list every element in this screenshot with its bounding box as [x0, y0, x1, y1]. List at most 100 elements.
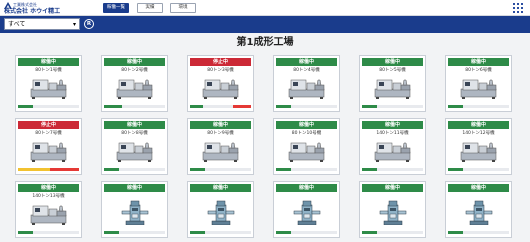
injection-molding-machine-image	[116, 142, 153, 162]
area-filter-value: すべて	[8, 21, 26, 28]
nav-results-button[interactable]: 実績	[137, 3, 163, 13]
machine-card[interactable]: 稼働中 140トン12号機	[445, 118, 512, 175]
company-logo[interactable]: 工業株式会社 株式会社 ホウイ精工	[4, 2, 70, 15]
progress-segment	[448, 105, 463, 108]
machine-name: 80トン4号機	[293, 68, 320, 73]
machine-status-badge: 稼働中	[362, 121, 423, 129]
injection-molding-machine-image	[202, 79, 239, 99]
progress-segment	[276, 231, 291, 234]
injection-molding-machine-image	[460, 79, 497, 99]
machine-name: 140トン12号機	[462, 131, 495, 136]
vertical-press-machine-image	[207, 200, 235, 225]
machine-status-badge: 稼働中	[276, 184, 337, 192]
progress-segment	[49, 168, 79, 171]
machine-status-badge: 稼働中	[104, 58, 165, 66]
operation-progress-bar	[190, 168, 251, 171]
machine-card[interactable]: 稼働中	[187, 181, 254, 238]
progress-segment	[190, 231, 205, 234]
machine-name: 80トン1号機	[35, 68, 62, 73]
machine-status-badge: 稼働中	[276, 58, 337, 66]
grid-menu-icon[interactable]	[513, 3, 523, 13]
machine-card[interactable]: 稼働中 80トン8号機	[101, 118, 168, 175]
machine-name: 80トン6号機	[465, 68, 492, 73]
filter-bar: すべて ▾ R	[0, 16, 530, 33]
operation-progress-bar	[362, 105, 423, 108]
machine-status-badge: 稼働中	[448, 121, 509, 129]
machine-status-badge: 停止中	[190, 58, 251, 66]
progress-segment	[362, 105, 377, 108]
machine-status-badge: 稼働中	[448, 184, 509, 192]
operation-progress-bar	[104, 105, 165, 108]
injection-molding-machine-image	[30, 79, 67, 99]
machine-card[interactable]: 稼働中 140トン13号機	[15, 181, 82, 238]
machine-status-badge: 稼働中	[190, 184, 251, 192]
machine-name: 80トン10号機	[291, 131, 322, 136]
app-header: 工業株式会社 株式会社 ホウイ精工 稼働一覧 実績 環境	[0, 0, 530, 16]
injection-molding-machine-image	[30, 142, 67, 162]
operation-progress-bar	[448, 168, 509, 171]
injection-molding-machine-image	[288, 142, 325, 162]
page-title: 第1成形工場	[236, 37, 294, 48]
machine-card[interactable]: 稼働中 80トン1号機	[15, 55, 82, 112]
machine-card[interactable]: 稼働中 80トン4号機	[273, 55, 340, 112]
reset-filter-button[interactable]: R	[84, 19, 94, 29]
machine-card[interactable]: 稼働中	[445, 181, 512, 238]
operation-progress-bar	[362, 168, 423, 171]
operation-progress-bar	[276, 105, 337, 108]
progress-segment	[276, 105, 291, 108]
injection-molding-machine-image	[288, 79, 325, 99]
machine-status-badge: 稼働中	[104, 184, 165, 192]
machine-card[interactable]: 稼働中 80トン9号機	[187, 118, 254, 175]
progress-segment	[190, 168, 205, 171]
machine-status-badge: 稼働中	[362, 184, 423, 192]
machine-card[interactable]: 稼働中 140トン11号機	[359, 118, 426, 175]
nav-operation-list-button[interactable]: 稼働一覧	[103, 3, 129, 13]
machine-status-badge: 稼働中	[18, 184, 79, 192]
operation-progress-bar	[18, 231, 79, 234]
machine-status-badge: 停止中	[18, 121, 79, 129]
machine-name: 140トン13号機	[32, 194, 65, 199]
machine-status-badge: 稼働中	[18, 58, 79, 66]
operation-progress-bar	[18, 168, 79, 171]
injection-molding-machine-image	[374, 79, 411, 99]
injection-molding-machine-image	[30, 205, 67, 225]
machine-card[interactable]: 稼働中 80トン6号機	[445, 55, 512, 112]
machine-card[interactable]: 稼働中	[101, 181, 168, 238]
machine-card[interactable]: 停止中 80トン7号機	[15, 118, 82, 175]
machine-card[interactable]: 稼働中	[273, 181, 340, 238]
machine-card[interactable]: 稼働中 80トン2号機	[101, 55, 168, 112]
injection-molding-machine-image	[202, 142, 239, 162]
machine-status-badge: 稼働中	[448, 58, 509, 66]
machine-card[interactable]: 稼働中 80トン5号機	[359, 55, 426, 112]
machine-name: 140トン11号機	[376, 131, 409, 136]
machine-name: 80トン2号機	[121, 68, 148, 73]
progress-segment	[104, 231, 119, 234]
vertical-press-machine-image	[121, 200, 149, 225]
injection-molding-machine-image	[460, 142, 497, 162]
operation-progress-bar	[18, 105, 79, 108]
operation-progress-bar	[362, 231, 423, 234]
progress-segment	[18, 231, 33, 234]
operation-progress-bar	[448, 105, 509, 108]
operation-progress-bar	[190, 105, 251, 108]
machine-card[interactable]: 稼働中 80トン10号機	[273, 118, 340, 175]
operation-progress-bar	[104, 168, 165, 171]
progress-segment	[448, 168, 463, 171]
machine-name: 80トン5号機	[379, 68, 406, 73]
vertical-press-machine-image	[293, 200, 321, 225]
vertical-press-machine-image	[379, 200, 407, 225]
nav-environment-button[interactable]: 環境	[170, 3, 196, 13]
machine-card[interactable]: 停止中 80トン3号機	[187, 55, 254, 112]
machine-name: 80トン7号機	[35, 131, 62, 136]
machine-status-badge: 稼働中	[190, 121, 251, 129]
vertical-press-machine-image	[465, 200, 493, 225]
machine-status-badge: 稼働中	[104, 121, 165, 129]
area-filter-select[interactable]: すべて ▾	[4, 18, 80, 30]
chevron-down-icon: ▾	[72, 21, 76, 28]
operation-progress-bar	[276, 231, 337, 234]
progress-segment	[104, 105, 123, 108]
machine-name: 80トン3号機	[207, 68, 234, 73]
company-name: 株式会社 ホウイ精工	[4, 8, 61, 15]
operation-progress-bar	[448, 231, 509, 234]
machine-card[interactable]: 稼働中	[359, 181, 426, 238]
